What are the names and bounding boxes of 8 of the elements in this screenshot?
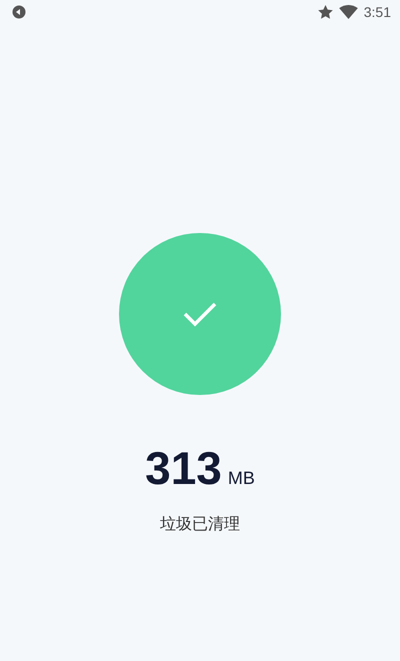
amount-unit: MB xyxy=(228,468,255,489)
cleaned-amount: 313 xyxy=(145,441,222,495)
clock-time: 3:51 xyxy=(364,4,391,20)
wifi-icon xyxy=(338,5,358,19)
star-icon xyxy=(318,5,333,19)
check-icon xyxy=(183,301,217,327)
cleaned-message: 垃圾已清理 xyxy=(160,514,240,535)
app-notification-icon xyxy=(12,5,26,19)
